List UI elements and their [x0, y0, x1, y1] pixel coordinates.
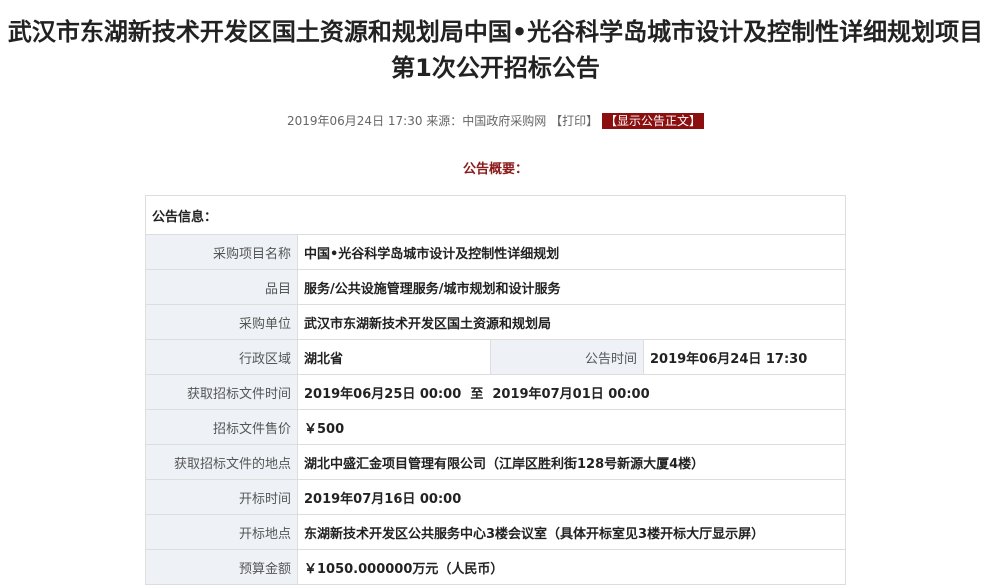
table-row: 采购项目名称中国•光谷科学岛城市设计及控制性详细规划 — [146, 235, 846, 270]
publish-datetime: 2019年06月24日 17:30 — [287, 114, 422, 128]
row-value: 湖北省 — [298, 340, 491, 375]
meta-line: 2019年06月24日 17:30 来源：中国政府采购网 【打印】 【显示公告正… — [0, 112, 991, 129]
row-label: 行政区域 — [146, 340, 298, 375]
show-text-button[interactable]: 【显示公告正文】 — [602, 113, 704, 129]
table-row: 开标时间2019年07月16日 00:00 — [146, 480, 846, 515]
row-label: 品目 — [146, 270, 298, 305]
source: 来源：中国政府采购网 — [426, 114, 546, 128]
row-value: 东湖新技术开发区公共服务中心3楼会议室（具体开标室见3楼开标大厅显示屏） — [298, 515, 846, 550]
info-table: 公告信息： 采购项目名称中国•光谷科学岛城市设计及控制性详细规划 品目服务/公共… — [145, 195, 846, 585]
print-link[interactable]: 【打印】 — [550, 114, 598, 128]
row-value: 2019年06月24日 17:30 — [644, 340, 846, 375]
row-label: 预算金额 — [146, 550, 298, 585]
row-label: 获取招标文件的地点 — [146, 445, 298, 480]
row-value: ￥500 — [298, 410, 846, 445]
table-row: 获取招标文件时间2019年06月25日 00:00 至 2019年07月01日 … — [146, 375, 846, 410]
table-row: 采购单位武汉市东湖新技术开发区国土资源和规划局 — [146, 305, 846, 340]
row-label: 采购项目名称 — [146, 235, 298, 270]
table-row: 获取招标文件的地点湖北中盛汇金项目管理有限公司（江岸区胜利街128号新源大厦4楼… — [146, 445, 846, 480]
row-value: 中国•光谷科学岛城市设计及控制性详细规划 — [298, 235, 846, 270]
row-label: 招标文件售价 — [146, 410, 298, 445]
row-label: 获取招标文件时间 — [146, 375, 298, 410]
row-label: 公告时间 — [491, 340, 644, 375]
table-row: 品目服务/公共设施管理服务/城市规划和设计服务 — [146, 270, 846, 305]
table-row: 开标地点东湖新技术开发区公共服务中心3楼会议室（具体开标室见3楼开标大厅显示屏） — [146, 515, 846, 550]
table-row: 预算金额￥1050.000000万元（人民币） — [146, 550, 846, 585]
table-row: 招标文件售价￥500 — [146, 410, 846, 445]
row-value: ￥1050.000000万元（人民币） — [298, 550, 846, 585]
page-title: 武汉市东湖新技术开发区国土资源和规划局中国•光谷科学岛城市设计及控制性详细规划项… — [0, 14, 991, 86]
row-label: 开标时间 — [146, 480, 298, 515]
row-value: 2019年07月16日 00:00 — [298, 480, 846, 515]
row-label: 开标地点 — [146, 515, 298, 550]
table-row: 行政区域湖北省公告时间2019年06月24日 17:30 — [146, 340, 846, 375]
row-value: 湖北中盛汇金项目管理有限公司（江岸区胜利街128号新源大厦4楼） — [298, 445, 846, 480]
row-value: 2019年06月25日 00:00 至 2019年07月01日 00:00 — [298, 375, 846, 410]
info-heading: 公告信息： — [146, 196, 846, 235]
summary-heading: 公告概要： — [0, 158, 991, 177]
row-label: 采购单位 — [146, 305, 298, 340]
row-value: 服务/公共设施管理服务/城市规划和设计服务 — [298, 270, 846, 305]
row-value: 武汉市东湖新技术开发区国土资源和规划局 — [298, 305, 846, 340]
